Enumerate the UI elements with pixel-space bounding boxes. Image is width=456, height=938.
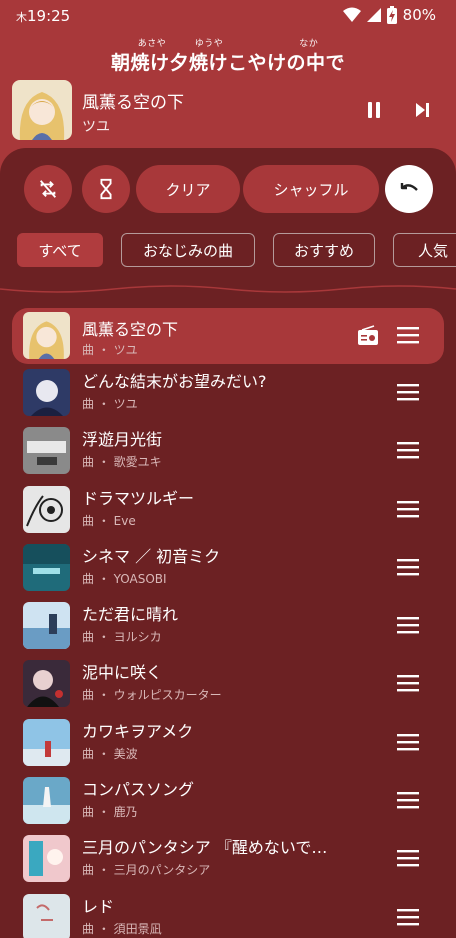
clear-button[interactable]: クリア xyxy=(136,165,240,213)
now-playing-artwork xyxy=(12,80,72,140)
status-icons: 80% xyxy=(342,6,436,24)
sleep-timer-button[interactable] xyxy=(82,165,130,213)
undo-icon xyxy=(400,183,418,191)
clear-label: クリア xyxy=(165,180,211,199)
signal-icon xyxy=(366,8,381,22)
song-subtitle: 曲 ・ ヨルシカ xyxy=(82,630,162,645)
song-subtitle: 曲 ・ 歌愛ユキ xyxy=(82,455,162,470)
battery-percent: 80% xyxy=(402,6,436,24)
wave-divider xyxy=(0,285,456,293)
song-subtitle: 曲 ・ 三月のパンタシア xyxy=(82,863,211,878)
queue-controls: クリア シャッフル xyxy=(0,165,456,213)
song-subtitle: 曲 ・ 須田景凪 xyxy=(82,921,162,936)
song-artwork xyxy=(23,718,70,766)
queue-row[interactable]: シネマ ／ 初音ミク 曲 ・ YOASOBI xyxy=(0,539,456,597)
song-title: どんな結末がお望みだい? xyxy=(82,372,267,391)
queue-row[interactable]: 浮遊月光街 曲 ・ 歌愛ユキ xyxy=(0,422,456,480)
drag-handle-icon[interactable] xyxy=(396,732,420,752)
queue-row[interactable]: どんな結末がお望みだい? 曲 ・ ツユ xyxy=(0,364,456,422)
lyric-display: あさや ゆうや なか 朝焼け夕焼けこやけの中で xyxy=(0,36,456,75)
status-time: 木19:25 xyxy=(16,7,70,25)
drag-handle-icon[interactable] xyxy=(396,557,420,577)
drag-handle-icon[interactable] xyxy=(396,848,420,868)
queue-list: 風薫る空の下 曲 ・ ツユ どんな結末がお望みだい? 曲 ・ ツユ 浮遊月光街 … xyxy=(0,308,456,938)
now-playing-title: 風薫る空の下 xyxy=(82,93,184,113)
song-artwork xyxy=(23,369,70,416)
now-playing-bar[interactable]: 風薫る空の下 ツユ xyxy=(12,80,444,142)
song-title: ドラマツルギー xyxy=(82,488,195,508)
battery-icon xyxy=(386,6,397,24)
drag-handle-icon[interactable] xyxy=(396,440,420,460)
song-title: カワキヲアメク xyxy=(82,721,194,741)
drag-handle-icon[interactable] xyxy=(396,790,420,810)
song-title: 風薫る空の下 xyxy=(82,320,179,339)
song-title: 浮遊月光街 xyxy=(82,430,163,450)
queue-row[interactable]: カワキヲアメク 曲 ・ 美波 xyxy=(0,714,456,772)
drag-handle-icon[interactable] xyxy=(396,382,420,402)
song-artwork xyxy=(23,602,70,650)
shuffle-label: シャッフル xyxy=(273,180,349,199)
song-subtitle: 曲 ・ ツユ xyxy=(82,397,138,411)
hourglass-icon xyxy=(100,178,112,200)
song-artwork xyxy=(23,427,70,475)
drag-handle-icon[interactable] xyxy=(396,499,420,519)
song-title: 三月のパンタシア 『醒めないで… xyxy=(82,838,328,858)
queue-row[interactable]: ドラマツルギー 曲 ・ Eve xyxy=(0,481,456,539)
pause-icon[interactable] xyxy=(362,98,386,122)
lyric-ruby: あさや ゆうや なか xyxy=(137,39,319,49)
status-bar: 木19:25 80% xyxy=(0,0,456,34)
radio-icon[interactable] xyxy=(356,324,380,348)
drag-handle-icon[interactable] xyxy=(396,325,420,345)
now-playing-artist: ツユ xyxy=(82,119,110,135)
song-subtitle: 曲 ・ ウォルピスカーター xyxy=(82,688,222,703)
shuffle-button[interactable]: シャッフル xyxy=(243,165,379,213)
queue-row[interactable]: ただ君に晴れ 曲 ・ ヨルシカ xyxy=(0,597,456,655)
song-artwork xyxy=(23,543,70,591)
skip-next-icon[interactable] xyxy=(410,98,434,122)
repeat-off-button[interactable] xyxy=(24,165,72,213)
filter-chips: すべて おなじみの曲 おすすめ 人気 xyxy=(0,233,456,269)
status-clock: 19:25 xyxy=(27,7,71,25)
lyric-line: 朝焼け夕焼けこやけの中で xyxy=(110,52,345,74)
status-day: 木 xyxy=(16,11,27,24)
chip-familiar[interactable]: おなじみの曲 xyxy=(121,233,255,267)
song-subtitle: 曲 ・ ツユ xyxy=(82,343,138,357)
song-title: コンパスソング xyxy=(82,780,195,800)
song-subtitle: 曲 ・ 美波 xyxy=(82,746,138,761)
drag-handle-icon[interactable] xyxy=(396,615,420,635)
queue-sheet: クリア シャッフル すべて おなじみの曲 おすすめ 人気 風薫る空の下 曲 ・ … xyxy=(0,148,456,938)
chip-recommended[interactable]: おすすめ xyxy=(273,233,375,267)
queue-row-current[interactable]: 風薫る空の下 曲 ・ ツユ xyxy=(12,308,444,364)
song-subtitle: 曲 ・ Eve xyxy=(82,513,136,528)
queue-row[interactable]: コンパスソング 曲 ・ 鹿乃 xyxy=(0,772,456,830)
repeat-off-icon xyxy=(39,180,57,198)
queue-row[interactable]: レド 曲 ・ 須田景凪 xyxy=(0,889,456,938)
song-artwork xyxy=(23,485,70,533)
song-title: レド xyxy=(82,896,115,916)
song-artwork xyxy=(23,835,70,883)
queue-row[interactable]: 三月のパンタシア 『醒めないで… 曲 ・ 三月のパンタシア xyxy=(0,830,456,888)
drag-handle-icon[interactable] xyxy=(396,907,420,927)
song-artwork xyxy=(23,893,70,938)
song-title: シネマ ／ 初音ミク xyxy=(82,546,221,566)
song-artwork xyxy=(23,312,70,359)
chip-all[interactable]: すべて xyxy=(17,233,103,267)
queue-row[interactable]: 泥中に咲く 曲 ・ ウォルピスカーター xyxy=(0,655,456,713)
song-subtitle: 曲 ・ YOASOBI xyxy=(82,571,167,586)
song-artwork xyxy=(23,660,70,708)
song-subtitle: 曲 ・ 鹿乃 xyxy=(82,805,138,820)
chip-popular[interactable]: 人気 xyxy=(393,233,456,267)
drag-handle-icon[interactable] xyxy=(396,673,420,693)
song-title: ただ君に晴れ xyxy=(82,605,179,625)
undo-button[interactable] xyxy=(385,165,433,213)
wifi-icon xyxy=(342,7,361,22)
song-title: 泥中に咲く xyxy=(82,663,163,683)
song-artwork xyxy=(23,777,70,825)
